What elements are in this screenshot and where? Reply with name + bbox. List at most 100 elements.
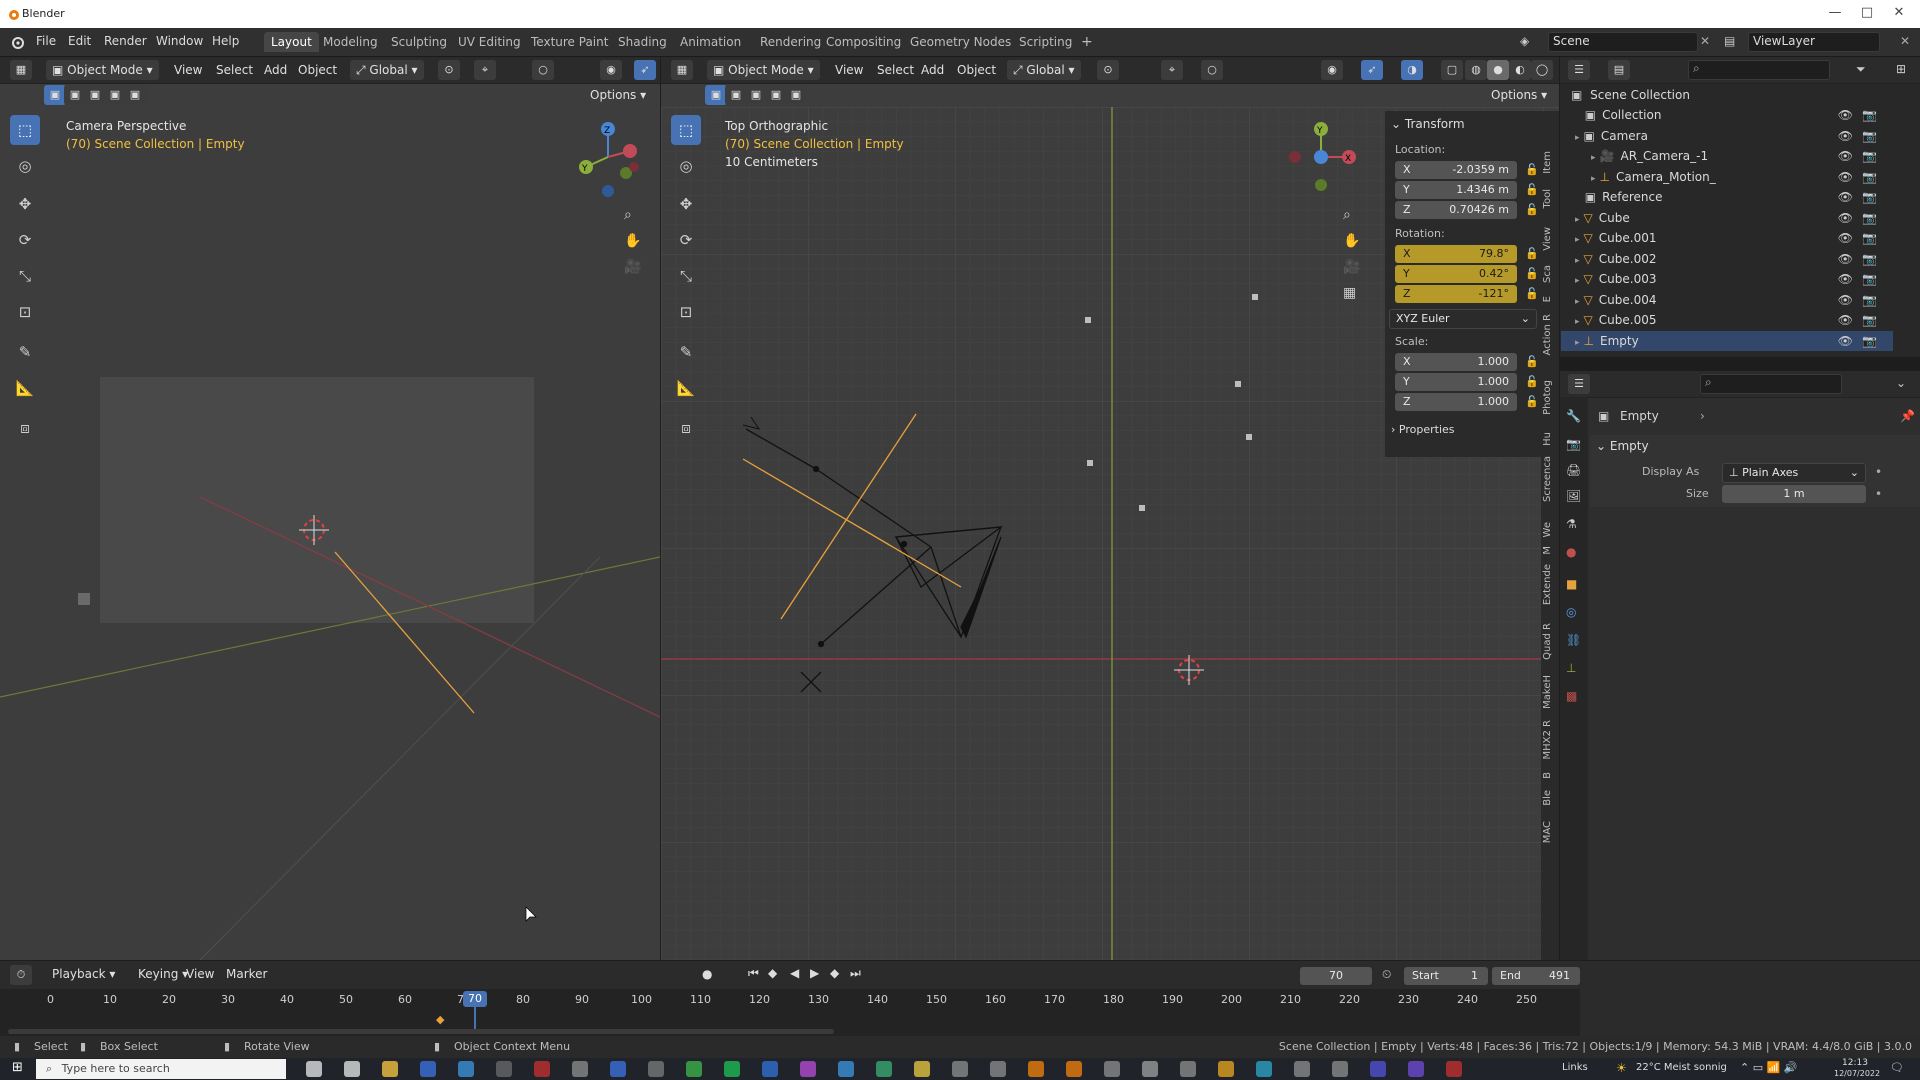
scene-tab-icon[interactable]: ⚗ [1566,517,1577,531]
menu-object[interactable]: Object [292,60,343,80]
transform-header[interactable]: ⌄ Transform [1391,117,1465,131]
menu-select[interactable]: Select [210,60,259,80]
rotation-y-field[interactable]: Y 0.42° [1395,265,1517,283]
options-button[interactable]: Options ▾ [584,85,652,105]
select-extend-icon[interactable]: ▣ [725,85,747,105]
proportional-icon[interactable]: ○ [1201,60,1223,80]
constraints-tab-icon[interactable]: ⛓ [1566,633,1581,647]
lock-icon[interactable]: 🔓 [1525,247,1539,260]
app-icon[interactable] [914,1061,930,1077]
overlay-icon[interactable]: ◑ [1401,60,1423,80]
shading-material-icon[interactable]: ◐ [1509,60,1531,80]
texture-tab-icon[interactable]: ▩ [1566,689,1577,703]
blender-icon[interactable] [1066,1061,1082,1077]
outlook-icon[interactable] [420,1061,436,1077]
jump-end-icon[interactable]: ⏭ [850,966,861,981]
zoom-icon[interactable]: ⌕ [624,207,632,223]
tab-shading[interactable]: Shading [611,32,674,52]
maximize-icon[interactable]: □ [1852,5,1882,20]
move-tool-icon[interactable]: ✥ [10,189,40,219]
playhead[interactable]: 70 [463,991,487,1007]
app-icon[interactable] [496,1061,512,1077]
proportional-icon[interactable]: ○ [532,60,554,80]
eye-icon[interactable]: 👁 [1838,167,1853,187]
expand-arrow-icon[interactable]: ▸ [1575,235,1580,245]
outliner-item-reference[interactable]: ▣ Reference 👁 📷 [1561,187,1893,207]
menu-view[interactable]: View [829,60,869,80]
properties-subpanel[interactable]: › Properties [1391,423,1455,436]
sidebar-tab[interactable]: MHX2 R [1542,720,1558,760]
select-tool-icon[interactable]: ⬚ [10,115,40,145]
app-icon[interactable] [458,1061,474,1077]
eye-icon[interactable]: 👁 [1838,331,1853,351]
eye-icon[interactable]: 👁 [1838,249,1853,269]
ortho-grid-icon[interactable]: ▦ [1343,285,1356,301]
render-camera-icon[interactable]: 📷 [1862,269,1877,289]
pan-hand-icon[interactable]: ✋ [1343,233,1360,249]
lock-icon[interactable]: 🔓 [1525,375,1539,388]
end-frame-field[interactable]: End 491 [1492,967,1580,985]
render-camera-icon[interactable]: 📷 [1862,331,1877,351]
stopwatch-icon[interactable]: ⏲ [1382,967,1391,982]
location-z-field[interactable]: Z 0.70426 m [1395,201,1517,219]
filter-icon[interactable]: ⏷ [1856,62,1866,77]
outliner-item-camera-motion-[interactable]: ▸ ⊥ Camera_Motion_ 👁 📷 [1561,167,1893,187]
outliner-item-cube-004[interactable]: ▸ ▽ Cube.004 👁 📷 [1561,290,1893,310]
render-camera-icon[interactable]: 📷 [1862,228,1877,248]
pin-icon[interactable]: 📌 [1900,409,1915,423]
menu-render[interactable]: Render [104,34,147,48]
pivot-icon[interactable]: ⊙ [438,60,460,80]
app-icon[interactable] [572,1061,588,1077]
shading-wire-icon[interactable]: ◍ [1465,60,1487,80]
scale-tool-icon[interactable]: ⤡ [10,261,40,291]
app-icon[interactable] [1446,1061,1462,1077]
app-icon[interactable] [800,1061,816,1077]
world-tab-icon[interactable]: ● [1566,545,1576,559]
photoshop-icon[interactable] [762,1061,778,1077]
gizmo-toggle-icon[interactable]: ➶ [634,60,656,80]
expand-arrow-icon[interactable]: ▸ [1575,317,1580,327]
sidebar-tab[interactable]: Hu [1542,432,1558,446]
rotate-tool-icon[interactable]: ⟳ [10,225,40,255]
sidebar-tab[interactable]: Extende [1542,564,1558,605]
system-tray-icons[interactable]: ⌃ ▭ 📶 🔊 [1740,1061,1798,1074]
expand-arrow-icon[interactable]: ▸ [1575,256,1580,266]
vlc-icon[interactable] [1218,1061,1234,1077]
menu-object[interactable]: Object [951,60,1002,80]
scale-y-field[interactable]: Y 1.000 [1395,373,1517,391]
scene-selector[interactable]: Scene [1548,32,1698,52]
outliner-item-ar-camera-1[interactable]: ▸ 🎥 AR_Camera_-1 👁 📷 [1561,146,1893,166]
select-new-icon[interactable]: ▣ [44,85,66,105]
cursor-tool-icon[interactable]: ◎ [671,151,701,181]
select-tool-icon[interactable]: ⬚ [671,115,701,145]
orientation-selector[interactable]: ⤢ Global ▾ [350,60,424,80]
app-icon[interactable] [1256,1061,1272,1077]
eye-icon[interactable]: 👁 [1838,310,1853,330]
app-icon[interactable] [1332,1061,1348,1077]
app-icon[interactable] [610,1061,626,1077]
sidebar-tab[interactable]: Ble [1542,790,1558,806]
app-icon[interactable] [534,1061,550,1077]
render-camera-icon[interactable]: 📷 [1862,249,1877,269]
add-cube-tool-icon[interactable]: ⧈ [671,413,701,443]
move-tool-icon[interactable]: ✥ [671,189,701,219]
sidebar-tab[interactable]: Screenca [1542,456,1558,502]
expand-arrow-icon[interactable]: ▸ [1575,297,1580,307]
close-icon[interactable]: ✕ [1884,5,1914,20]
menu-marker[interactable]: Marker [220,964,273,984]
scene-close-icon[interactable]: ✕ [1700,34,1710,48]
tab-animation[interactable]: Animation [673,32,748,52]
measure-tool-icon[interactable]: 📐 [10,373,40,403]
output-tab-icon[interactable]: 🖨 [1566,463,1581,477]
outliner-item-cube-001[interactable]: ▸ ▽ Cube.001 👁 📷 [1561,228,1893,248]
jump-keyframe-forward-icon[interactable]: ◆ [830,966,839,980]
size-field[interactable]: 1 m [1722,485,1866,503]
sidebar-tab[interactable]: E [1542,296,1558,302]
eye-icon[interactable]: 👁 [1838,187,1853,207]
outliner-search-input[interactable]: ⌕ [1688,60,1830,80]
new-collection-icon[interactable]: ⊞ [1896,62,1906,76]
app-icon[interactable] [990,1061,1006,1077]
outliner-item-cube-002[interactable]: ▸ ▽ Cube.002 👁 📷 [1561,249,1893,269]
rotation-z-field[interactable]: Z -121° [1395,285,1517,303]
menu-window[interactable]: Window [156,34,203,48]
